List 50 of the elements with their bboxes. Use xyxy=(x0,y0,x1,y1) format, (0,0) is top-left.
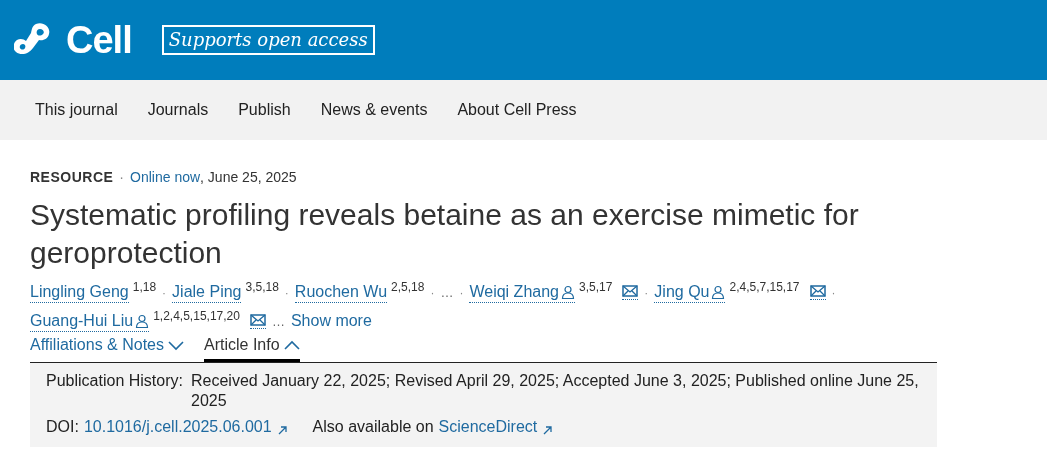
author-link[interactable]: Lingling Geng xyxy=(30,282,129,303)
history-text: Received January 22, 2025; Revised April 29, 2025; Accepted June 3, 2025; Published online June 25, 2025 xyxy=(191,371,920,411)
nav-link[interactable]: News & events xyxy=(320,98,428,122)
external-link-icon xyxy=(543,425,553,435)
author-link[interactable]: Ruochen Wu xyxy=(294,282,388,303)
separator: · xyxy=(284,286,289,300)
person-icon xyxy=(711,285,726,299)
sciencedirect-link[interactable]: ScienceDirect xyxy=(438,417,538,437)
chevron-up-icon xyxy=(283,339,300,351)
nav-link[interactable]: Publish xyxy=(238,98,291,122)
person-icon xyxy=(560,285,575,299)
publication-date: , June 25, 2025 xyxy=(200,170,297,184)
chevron-down-icon xyxy=(168,339,184,351)
ellipsis: … xyxy=(271,314,285,329)
logo-text[interactable]: Cell xyxy=(66,21,132,59)
separator: · xyxy=(162,286,167,300)
affiliation-numbers: 3,5,17 xyxy=(578,280,613,294)
separator: · xyxy=(831,286,836,300)
email-icon[interactable] xyxy=(622,285,639,301)
author-link[interactable]: Weiqi Zhang xyxy=(469,282,575,303)
show-more-button[interactable]: Show more xyxy=(290,312,372,329)
doi-label: DOI: xyxy=(46,417,79,437)
affiliation-numbers: 3,5,18 xyxy=(245,280,279,294)
email-icon[interactable] xyxy=(809,285,826,301)
ellipsis: … xyxy=(440,285,454,300)
article-type: RESOURCE xyxy=(30,170,114,184)
nav-link[interactable]: About Cell Press xyxy=(457,98,577,122)
open-access-badge: Supports open access xyxy=(161,25,375,55)
tab[interactable]: Affiliations & Notes xyxy=(30,335,184,362)
affiliation-numbers: 1,2,4,5,15,17,20 xyxy=(153,309,240,323)
separator: · xyxy=(459,286,464,300)
article-title: Systematic profiling reveals betaine as an exercise mimetic for geroprotection xyxy=(30,197,860,271)
author-link[interactable]: Jing Qu xyxy=(654,282,726,303)
affiliation-numbers: 1,18 xyxy=(132,280,157,294)
separator: · xyxy=(430,286,435,300)
email-icon[interactable] xyxy=(249,314,266,330)
affiliation-numbers: 2,4,5,7,15,17 xyxy=(729,280,800,294)
nav-link[interactable]: Journals xyxy=(147,98,209,122)
doi-link[interactable]: 10.1016/j.cell.2025.06.001 xyxy=(83,417,272,437)
online-now-link[interactable]: Online now xyxy=(130,170,201,184)
affiliation-numbers: 2,5,18 xyxy=(391,280,425,294)
history-label: Publication History: xyxy=(46,371,184,391)
author-link[interactable]: Jiale Ping xyxy=(172,282,242,303)
separator: · xyxy=(644,286,649,300)
also-available-label: Also available on xyxy=(312,417,434,437)
external-link-icon xyxy=(277,425,287,435)
nav-link[interactable]: This journal xyxy=(35,98,118,122)
person-icon xyxy=(135,314,150,328)
author-link[interactable]: Guang-Hui Liu xyxy=(30,311,150,332)
separator: · xyxy=(119,170,125,184)
